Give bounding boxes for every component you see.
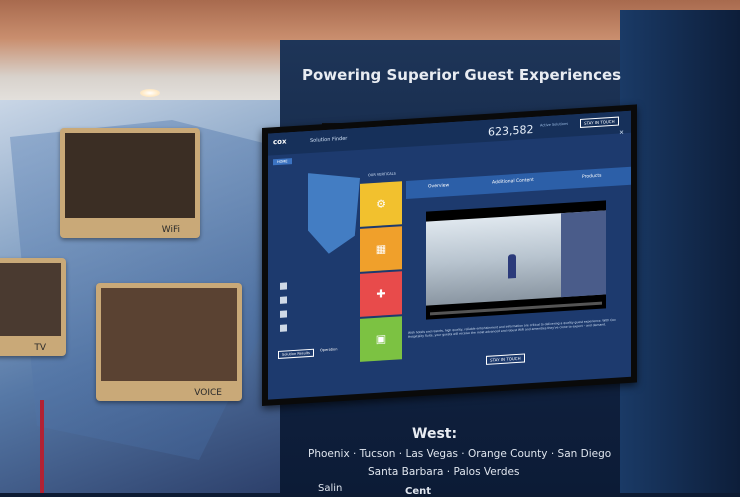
ceiling-light bbox=[140, 89, 160, 97]
cities-line-4: Cent bbox=[405, 486, 432, 497]
right-wall-edge bbox=[620, 10, 740, 493]
screen-body-text: With hotels and resorts, high quality, r… bbox=[408, 317, 616, 339]
layers-icon[interactable] bbox=[280, 324, 287, 332]
screen-content: cox Solution Finder 623,582 Active Solut… bbox=[268, 110, 631, 400]
cities-line-3: Salin bbox=[318, 483, 343, 494]
voice-label: VOICE bbox=[194, 388, 222, 398]
tile-business[interactable]: ▦ bbox=[360, 226, 402, 272]
tile-hospitality[interactable]: ▣ bbox=[360, 316, 402, 362]
operation-button[interactable]: Operation bbox=[320, 347, 337, 352]
verticals-label: OUR VERTICALS bbox=[368, 171, 396, 178]
video-door bbox=[561, 210, 606, 298]
close-icon[interactable]: ✕ bbox=[619, 129, 624, 136]
stay-in-touch-button-2[interactable]: STAY IN TOUCH bbox=[486, 353, 525, 365]
display-screen: cox Solution Finder 623,582 Active Solut… bbox=[262, 104, 637, 407]
screen-map[interactable] bbox=[308, 170, 360, 255]
tab-products[interactable]: Products bbox=[582, 174, 601, 180]
home-button[interactable]: HOME bbox=[273, 158, 292, 166]
cox-logo: cox bbox=[273, 137, 287, 147]
locate-icon[interactable] bbox=[280, 310, 287, 318]
red-stripe bbox=[40, 400, 44, 493]
cities-line-1: Phoenix · Tucson · Las Vegas · Orange Co… bbox=[308, 448, 612, 460]
voice-panel: VOICE bbox=[96, 283, 242, 401]
wifi-panel: WiFi bbox=[60, 128, 200, 238]
tab-additional-content[interactable]: Additional Content bbox=[492, 178, 534, 186]
vertical-tiles: ⚙ ▦ ✚ ▣ bbox=[360, 181, 402, 366]
content-tabs: Overview Additional Content Products bbox=[406, 166, 631, 199]
wifi-label: WiFi bbox=[161, 225, 180, 235]
tv-panel: TV bbox=[0, 258, 66, 356]
zoom-in-icon[interactable] bbox=[280, 282, 287, 290]
wifi-photo bbox=[65, 133, 195, 218]
tile-healthcare[interactable]: ✚ bbox=[360, 271, 402, 317]
briefcase-icon: ▣ bbox=[375, 332, 387, 346]
tv-label: TV bbox=[34, 343, 46, 353]
zoom-out-icon[interactable] bbox=[280, 296, 287, 304]
tile-technology[interactable]: ⚙ bbox=[360, 181, 402, 227]
building-icon: ▦ bbox=[375, 242, 387, 256]
tv-photo bbox=[0, 263, 61, 336]
tab-overview[interactable]: Overview bbox=[428, 183, 449, 189]
cities-line-2: Santa Barbara · Palos Verdes bbox=[368, 466, 520, 478]
cross-icon: ✚ bbox=[376, 287, 386, 301]
gear-icon: ⚙ bbox=[376, 197, 386, 211]
video-person bbox=[508, 254, 516, 279]
video-player[interactable] bbox=[426, 200, 606, 320]
voice-photo bbox=[101, 288, 237, 381]
solution-results-button[interactable]: Solution Results bbox=[278, 348, 315, 359]
wall-title: Powering Superior Guest Experiences bbox=[302, 66, 622, 84]
west-title: West: bbox=[412, 426, 458, 442]
